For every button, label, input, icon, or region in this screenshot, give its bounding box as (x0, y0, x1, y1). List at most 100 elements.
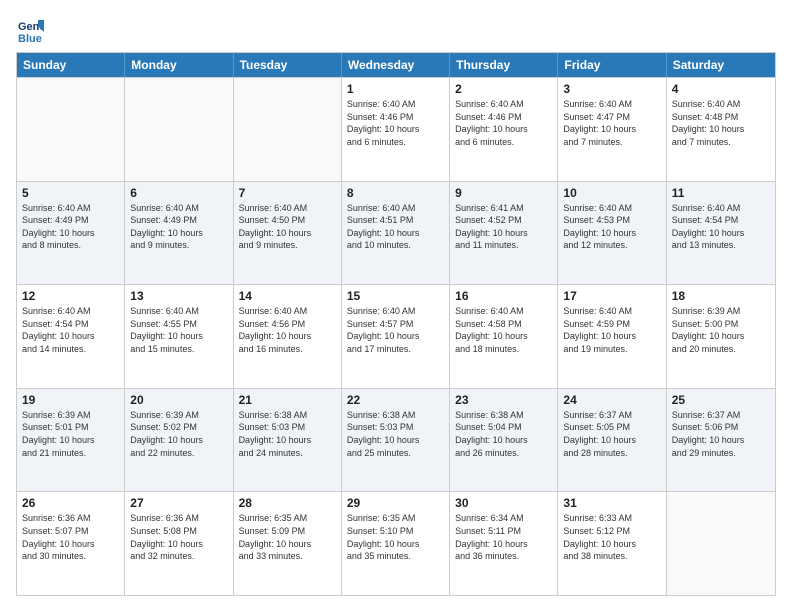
day-info: Sunrise: 6:36 AMSunset: 5:08 PMDaylight:… (130, 512, 227, 562)
day-cell-16: 16 Sunrise: 6:40 AMSunset: 4:58 PMDayligh… (450, 285, 558, 388)
day-cell-11: 11Sunrise: 6:40 AMSunset: 4:54 PMDayligh… (667, 182, 775, 285)
day-cell-31: 31 Sunrise: 6:33 AMSunset: 5:12 PMDayligh… (558, 492, 666, 595)
day-cell-17: 17 Sunrise: 6:40 AMSunset: 4:59 PMDayligh… (558, 285, 666, 388)
day-number: 22 (347, 393, 444, 407)
calendar-row-4: 19 Sunrise: 6:39 AMSunset: 5:01 PMDayligh… (17, 388, 775, 492)
day-number: 24 (563, 393, 660, 407)
day-info: Sunrise: 6:38 AMSunset: 5:03 PMDaylight:… (239, 409, 336, 459)
day-number: 10 (563, 186, 660, 200)
day-info: Sunrise: 6:35 AMSunset: 5:09 PMDaylight:… (239, 512, 336, 562)
day-number: 26 (22, 496, 119, 510)
day-cell-2: 2 Sunrise: 6:40 AMSunset: 4:46 PMDaylight… (450, 78, 558, 181)
calendar-row-3: 12 Sunrise: 6:40 AMSunset: 4:54 PMDayligh… (17, 284, 775, 388)
day-info: Sunrise: 6:40 AMSunset: 4:50 PMDaylight:… (239, 202, 336, 252)
day-cell-14: 14 Sunrise: 6:40 AMSunset: 4:56 PMDayligh… (234, 285, 342, 388)
header-day-thursday: Thursday (450, 53, 558, 77)
day-number: 2 (455, 82, 552, 96)
day-info: Sunrise: 6:39 AMSunset: 5:02 PMDaylight:… (130, 409, 227, 459)
day-cell-4: 4 Sunrise: 6:40 AMSunset: 4:48 PMDaylight… (667, 78, 775, 181)
day-cell-5: 5Sunrise: 6:40 AMSunset: 4:49 PMDaylight… (17, 182, 125, 285)
day-info: Sunrise: 6:39 AMSunset: 5:00 PMDaylight:… (672, 305, 770, 355)
logo-icon: General Blue (16, 16, 44, 44)
calendar-row-1: 1Sunrise: 6:40 AMSunset: 4:46 PMDaylight… (17, 77, 775, 181)
day-number: 12 (22, 289, 119, 303)
day-number: 18 (672, 289, 770, 303)
day-info: Sunrise: 6:40 AMSunset: 4:49 PMDaylight:… (22, 202, 119, 252)
day-cell-7: 7 Sunrise: 6:40 AMSunset: 4:50 PMDaylight… (234, 182, 342, 285)
day-info: Sunrise: 6:38 AMSunset: 5:03 PMDaylight:… (347, 409, 444, 459)
day-info: Sunrise: 6:36 AMSunset: 5:07 PMDaylight:… (22, 512, 119, 562)
page-header: General Blue (16, 16, 776, 44)
day-cell-20: 20 Sunrise: 6:39 AMSunset: 5:02 PMDayligh… (125, 389, 233, 492)
day-info: Sunrise: 6:37 AMSunset: 5:06 PMDaylight:… (672, 409, 770, 459)
day-cell-27: 27 Sunrise: 6:36 AMSunset: 5:08 PMDayligh… (125, 492, 233, 595)
empty-cell (17, 78, 125, 181)
header-day-sunday: Sunday (17, 53, 125, 77)
day-info: Sunrise: 6:40 AMSunset: 4:51 PMDaylight:… (347, 202, 444, 252)
day-number: 14 (239, 289, 336, 303)
header-day-friday: Friday (558, 53, 666, 77)
day-number: 27 (130, 496, 227, 510)
day-info: Sunrise: 6:40 AMSunset: 4:59 PMDaylight:… (563, 305, 660, 355)
day-number: 3 (563, 82, 660, 96)
logo: General Blue (16, 16, 48, 44)
day-info: Sunrise: 6:40 AMSunset: 4:49 PMDaylight:… (130, 202, 227, 252)
day-cell-30: 30Sunrise: 6:34 AMSunset: 5:11 PMDayligh… (450, 492, 558, 595)
day-info: Sunrise: 6:38 AMSunset: 5:04 PMDaylight:… (455, 409, 552, 459)
day-cell-12: 12 Sunrise: 6:40 AMSunset: 4:54 PMDayligh… (17, 285, 125, 388)
day-info: Sunrise: 6:40 AMSunset: 4:57 PMDaylight:… (347, 305, 444, 355)
day-info: Sunrise: 6:40 AMSunset: 4:46 PMDaylight:… (347, 98, 444, 148)
day-number: 7 (239, 186, 336, 200)
day-number: 15 (347, 289, 444, 303)
day-number: 16 (455, 289, 552, 303)
day-number: 8 (347, 186, 444, 200)
day-cell-1: 1Sunrise: 6:40 AMSunset: 4:46 PMDaylight… (342, 78, 450, 181)
day-info: Sunrise: 6:40 AMSunset: 4:54 PMDaylight:… (672, 202, 770, 252)
day-cell-24: 24Sunrise: 6:37 AMSunset: 5:05 PMDayligh… (558, 389, 666, 492)
day-cell-9: 9 Sunrise: 6:41 AMSunset: 4:52 PMDaylight… (450, 182, 558, 285)
day-cell-28: 28 Sunrise: 6:35 AMSunset: 5:09 PMDayligh… (234, 492, 342, 595)
day-info: Sunrise: 6:40 AMSunset: 4:48 PMDaylight:… (672, 98, 770, 148)
day-number: 19 (22, 393, 119, 407)
calendar: SundayMondayTuesdayWednesdayThursdayFrid… (16, 52, 776, 596)
day-info: Sunrise: 6:35 AMSunset: 5:10 PMDaylight:… (347, 512, 444, 562)
day-info: Sunrise: 6:40 AMSunset: 4:54 PMDaylight:… (22, 305, 119, 355)
day-number: 20 (130, 393, 227, 407)
day-cell-23: 23 Sunrise: 6:38 AMSunset: 5:04 PMDayligh… (450, 389, 558, 492)
day-info: Sunrise: 6:40 AMSunset: 4:47 PMDaylight:… (563, 98, 660, 148)
day-cell-3: 3 Sunrise: 6:40 AMSunset: 4:47 PMDaylight… (558, 78, 666, 181)
day-number: 28 (239, 496, 336, 510)
day-number: 30 (455, 496, 552, 510)
day-info: Sunrise: 6:39 AMSunset: 5:01 PMDaylight:… (22, 409, 119, 459)
day-cell-13: 13 Sunrise: 6:40 AMSunset: 4:55 PMDayligh… (125, 285, 233, 388)
day-info: Sunrise: 6:40 AMSunset: 4:56 PMDaylight:… (239, 305, 336, 355)
header-day-wednesday: Wednesday (342, 53, 450, 77)
day-number: 31 (563, 496, 660, 510)
day-number: 23 (455, 393, 552, 407)
day-number: 17 (563, 289, 660, 303)
day-number: 9 (455, 186, 552, 200)
day-cell-22: 22 Sunrise: 6:38 AMSunset: 5:03 PMDayligh… (342, 389, 450, 492)
day-number: 29 (347, 496, 444, 510)
day-info: Sunrise: 6:40 AMSunset: 4:55 PMDaylight:… (130, 305, 227, 355)
day-info: Sunrise: 6:40 AMSunset: 4:46 PMDaylight:… (455, 98, 552, 148)
day-number: 13 (130, 289, 227, 303)
day-cell-10: 10Sunrise: 6:40 AMSunset: 4:53 PMDayligh… (558, 182, 666, 285)
day-number: 6 (130, 186, 227, 200)
day-number: 4 (672, 82, 770, 96)
empty-cell (125, 78, 233, 181)
calendar-row-2: 5Sunrise: 6:40 AMSunset: 4:49 PMDaylight… (17, 181, 775, 285)
header-day-saturday: Saturday (667, 53, 775, 77)
calendar-row-5: 26 Sunrise: 6:36 AMSunset: 5:07 PMDayligh… (17, 491, 775, 595)
day-info: Sunrise: 6:33 AMSunset: 5:12 PMDaylight:… (563, 512, 660, 562)
day-info: Sunrise: 6:41 AMSunset: 4:52 PMDaylight:… (455, 202, 552, 252)
day-cell-18: 18 Sunrise: 6:39 AMSunset: 5:00 PMDayligh… (667, 285, 775, 388)
day-info: Sunrise: 6:40 AMSunset: 4:58 PMDaylight:… (455, 305, 552, 355)
day-cell-29: 29 Sunrise: 6:35 AMSunset: 5:10 PMDayligh… (342, 492, 450, 595)
day-cell-21: 21Sunrise: 6:38 AMSunset: 5:03 PMDayligh… (234, 389, 342, 492)
svg-text:Blue: Blue (18, 33, 42, 44)
day-cell-26: 26 Sunrise: 6:36 AMSunset: 5:07 PMDayligh… (17, 492, 125, 595)
day-cell-6: 6 Sunrise: 6:40 AMSunset: 4:49 PMDaylight… (125, 182, 233, 285)
calendar-header: SundayMondayTuesdayWednesdayThursdayFrid… (17, 53, 775, 77)
empty-cell (667, 492, 775, 595)
